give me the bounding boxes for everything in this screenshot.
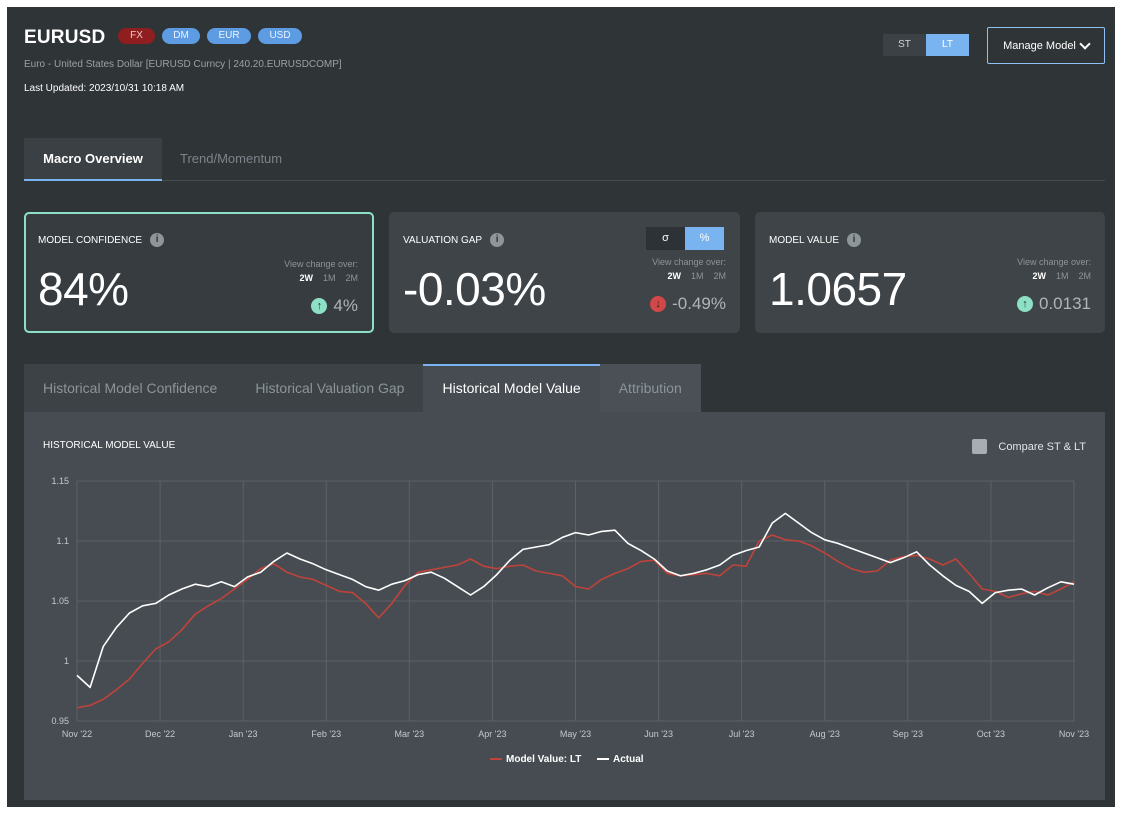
arrow-down-icon: ↓: [650, 296, 667, 312]
badge-eur[interactable]: EUR: [207, 28, 251, 44]
x-tick-label: Nov '23: [1059, 729, 1089, 739]
horizon-lt-button[interactable]: LT: [926, 34, 969, 56]
model-value-label: MODEL VALUE: [769, 234, 840, 246]
sigma-unit-button[interactable]: σ: [646, 227, 685, 250]
tab-macro-overview[interactable]: Macro Overview: [24, 138, 162, 181]
period-2w[interactable]: 2W: [667, 271, 681, 281]
chevron-down-icon: [1079, 37, 1091, 50]
y-tick-label: 1: [64, 656, 69, 666]
app-window: EURUSD FX DM EUR USD Euro - United State…: [7, 7, 1115, 807]
unit-toggle: σ %: [646, 227, 724, 250]
change-indicator: ↑ 0.0131: [1017, 294, 1091, 314]
badge-fx[interactable]: FX: [118, 28, 155, 44]
x-tick-label: Dec '22: [145, 729, 175, 739]
y-tick-label: 1.05: [51, 596, 69, 606]
legend-model-value: Model Value: LT: [506, 754, 581, 765]
card-label: MODEL CONFIDENCE i: [38, 233, 165, 247]
info-icon[interactable]: i: [490, 233, 505, 247]
instrument-description: Euro - United States Dollar [EURUSD Curn…: [24, 59, 342, 70]
ticker-title: EURUSD: [24, 27, 106, 48]
y-tick-label: 1.1: [56, 536, 69, 546]
change-indicator: ↓ -0.49%: [650, 294, 726, 314]
change-value: 4%: [333, 296, 358, 315]
change-value: 0.0131: [1039, 294, 1091, 313]
x-tick-label: Jan '23: [229, 729, 258, 739]
badge-group: FX DM EUR USD: [118, 28, 302, 44]
change-value: -0.49%: [672, 294, 726, 313]
tab-historical-valuation-gap[interactable]: Historical Valuation Gap: [236, 364, 424, 412]
badge-usd[interactable]: USD: [258, 28, 302, 44]
change-indicator: ↑ 4%: [311, 296, 358, 316]
model-confidence-value: 84%: [38, 263, 129, 315]
last-updated: Last Updated: 2023/10/31 10:18 AM: [24, 83, 185, 94]
manage-model-button[interactable]: Manage Model: [987, 27, 1105, 64]
model-confidence-label: MODEL CONFIDENCE: [38, 234, 143, 246]
period-2m[interactable]: 2M: [345, 273, 358, 283]
arrow-up-icon: ↑: [311, 298, 328, 314]
tab-trend-momentum[interactable]: Trend/Momentum: [180, 138, 282, 181]
valuation-gap-label: VALUATION GAP: [403, 234, 483, 246]
manage-model-label: Manage Model: [1003, 39, 1076, 52]
info-icon[interactable]: i: [847, 233, 862, 247]
period-2w[interactable]: 2W: [1032, 271, 1046, 281]
card-label: MODEL VALUE i: [769, 233, 862, 247]
arrow-up-icon: ↑: [1017, 296, 1033, 312]
view-change-label: View change over:: [284, 259, 358, 269]
period-1m[interactable]: 1M: [1056, 271, 1069, 281]
model-value-card[interactable]: MODEL VALUE i 1.0657 View change over: 2…: [755, 212, 1105, 333]
tab-attribution[interactable]: Attribution: [599, 364, 701, 412]
y-tick-label: 1.15: [51, 476, 69, 486]
badge-dm[interactable]: DM: [162, 28, 200, 44]
x-tick-label: Sep '23: [893, 729, 923, 739]
valuation-gap-value: -0.03%: [403, 263, 546, 315]
view-change-label: View change over:: [1017, 257, 1091, 267]
x-tick-label: Aug '23: [810, 729, 840, 739]
tab-historical-model-confidence[interactable]: Historical Model Confidence: [24, 364, 237, 412]
history-tab-bar: Historical Model Confidence Historical V…: [24, 364, 701, 412]
period-selector: 2W 1M 2M: [667, 271, 726, 281]
x-tick-label: May '23: [560, 729, 591, 739]
percent-unit-button[interactable]: %: [685, 227, 724, 250]
horizon-toggle: ST LT: [883, 34, 969, 56]
legend-actual: Actual: [613, 754, 644, 765]
valuation-gap-card[interactable]: VALUATION GAP i σ % -0.03% View change o…: [389, 212, 740, 333]
chart-panel: HISTORICAL MODEL VALUE Compare ST & LT 0…: [24, 412, 1105, 800]
historical-model-value-chart: 0.95 1 1.05 1.1 1.15 Nov '22 Dec '22 Jan '23 Feb…: [51, 476, 1089, 765]
horizon-st-button[interactable]: ST: [883, 34, 926, 56]
view-change-label: View change over:: [652, 257, 726, 267]
tab-historical-model-value[interactable]: Historical Model Value: [423, 364, 600, 412]
model-confidence-card[interactable]: MODEL CONFIDENCE i 84% View change over:…: [24, 212, 374, 333]
x-tick-label: Jun '23: [644, 729, 673, 739]
period-selector: 2W 1M 2M: [299, 273, 358, 283]
period-2m[interactable]: 2M: [713, 271, 726, 281]
model-value-value: 1.0657: [769, 263, 907, 315]
y-tick-label: 0.95: [51, 716, 69, 726]
info-icon[interactable]: i: [150, 233, 165, 247]
x-tick-label: Nov '22: [62, 729, 92, 739]
period-1m[interactable]: 1M: [691, 271, 704, 281]
x-tick-label: Mar '23: [394, 729, 424, 739]
x-tick-label: Oct '23: [977, 729, 1005, 739]
card-label: VALUATION GAP i: [403, 233, 505, 247]
x-tick-label: Apr '23: [478, 729, 506, 739]
period-1m[interactable]: 1M: [323, 273, 336, 283]
period-selector: 2W 1M 2M: [1032, 271, 1091, 281]
x-tick-label: Jul '23: [729, 729, 755, 739]
period-2m[interactable]: 2M: [1078, 271, 1091, 281]
period-2w[interactable]: 2W: [299, 273, 313, 283]
main-tab-bar: Macro Overview Trend/Momentum: [24, 138, 1105, 181]
x-tick-label: Feb '23: [311, 729, 341, 739]
